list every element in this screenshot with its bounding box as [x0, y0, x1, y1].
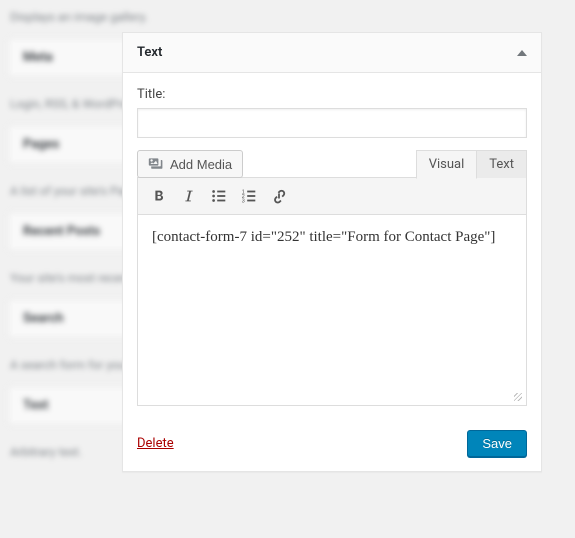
add-media-label: Add Media: [170, 157, 232, 172]
editor-toolbar: 123: [138, 178, 526, 215]
bullet-list-button[interactable]: [204, 182, 234, 210]
resize-handle-icon[interactable]: [510, 389, 524, 403]
svg-text:3: 3: [242, 198, 245, 204]
add-media-button[interactable]: Add Media: [137, 150, 243, 178]
media-tabs-row: Add Media Visual Text: [137, 150, 527, 178]
collapse-up-icon[interactable]: [517, 50, 527, 56]
widget-body: Title: Add Media Visual Text: [123, 73, 541, 420]
italic-button[interactable]: [174, 182, 204, 210]
save-button[interactable]: Save: [467, 430, 527, 457]
numbered-list-button[interactable]: 123: [234, 182, 264, 210]
media-icon: [148, 156, 164, 172]
editor-tabs: Visual Text: [417, 150, 527, 178]
title-input[interactable]: [137, 108, 527, 138]
widget-header[interactable]: Text: [123, 33, 541, 73]
bold-button[interactable]: [144, 182, 174, 210]
delete-link[interactable]: Delete: [137, 436, 174, 451]
tab-visual[interactable]: Visual: [416, 150, 478, 179]
widget-footer: Delete Save: [123, 420, 541, 471]
tab-text[interactable]: Text: [476, 150, 527, 178]
title-label: Title:: [137, 87, 527, 102]
editor-text: [contact-form-7 id="252" title="Form for…: [152, 229, 495, 245]
widget-header-title: Text: [137, 45, 162, 60]
link-button[interactable]: [264, 182, 294, 210]
editor-wrap: 123 [contact-form-7 id="252" title="Form…: [137, 177, 527, 406]
text-widget-panel: Text Title: Add Media Visual Text: [122, 32, 542, 472]
editor-content[interactable]: [contact-form-7 id="252" title="Form for…: [138, 215, 526, 405]
